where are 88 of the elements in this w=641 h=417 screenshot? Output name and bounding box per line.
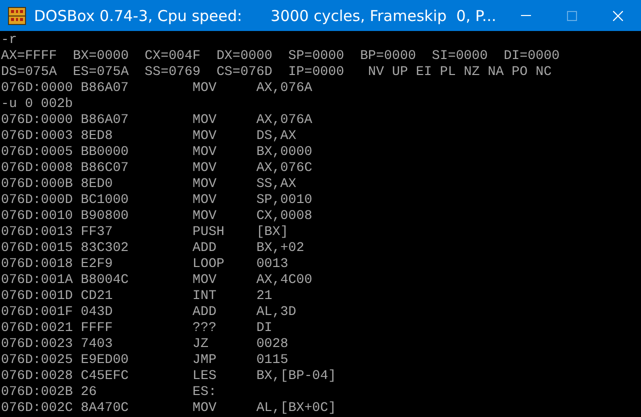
mnemonic-text: ???: [192, 320, 216, 335]
operand-text: AX,4C00: [256, 272, 312, 288]
opcode-bytes: B86A07: [80, 112, 129, 127]
operand-text: CX,0008: [256, 208, 312, 224]
operand-text: DI: [256, 320, 272, 336]
address-text: 076D:000D: [1, 192, 73, 207]
mnemonic-text: MOV: [192, 176, 216, 191]
opcode-bytes: B90800: [80, 208, 129, 223]
opcode-bytes: E9ED00: [80, 352, 129, 367]
operand-text: [BX]: [256, 224, 288, 240]
operand-text: SS,AX: [256, 176, 296, 192]
address-text: 076D:0018: [1, 256, 73, 271]
address-text: 076D:0000: [1, 80, 73, 95]
opcode-bytes: 7403: [80, 336, 113, 351]
operand-text: DS,AX: [256, 128, 296, 144]
close-icon: [613, 10, 623, 20]
operand-text: 0115: [256, 352, 288, 368]
opcode-bytes: 8ED8: [80, 128, 113, 143]
opcode-bytes: BB0000: [80, 144, 129, 159]
opcode-bytes: 043D: [80, 304, 113, 319]
operand-text: 0013: [256, 256, 288, 272]
mnemonic-text: LOOP: [192, 256, 224, 271]
maximize-icon: [567, 10, 577, 20]
address-text: 076D:0010: [1, 208, 73, 223]
console-line: -r: [1, 32, 17, 48]
mnemonic-text: ADD: [192, 304, 216, 319]
address-text: 076D:0023: [1, 336, 73, 351]
mnemonic-text: INT: [192, 288, 216, 303]
opcode-bytes: 26: [80, 384, 97, 399]
mnemonic-text: ES:: [192, 384, 216, 399]
address-text: 076D:0028: [1, 368, 73, 383]
mnemonic-text: LES: [192, 368, 216, 383]
address-text: 076D:0025: [1, 352, 73, 367]
minimize-icon: [521, 15, 531, 16]
window-title: DOSBox 0.74-3, Cpu speed: 3000 cycles, Frameskip 0, P...: [33, 6, 498, 24]
address-text: 076D:0015: [1, 240, 73, 255]
console-line: DS=075A ES=075A SS=0769 CS=076D IP=0000 NV UP EI PL NZ NA PO NC: [1, 64, 552, 80]
mnemonic-text: MOV: [192, 128, 216, 143]
opcode-bytes: 8A470C: [80, 400, 129, 415]
address-text: 076D:001F: [1, 304, 73, 319]
address-text: 076D:0008: [1, 160, 73, 175]
opcode-bytes: B86C07: [80, 160, 129, 175]
mnemonic-text: MOV: [192, 400, 216, 415]
mnemonic-text: MOV: [192, 80, 216, 95]
opcode-bytes: BC1000: [80, 192, 129, 207]
opcode-bytes: CD21: [80, 288, 113, 303]
operand-text: AL,3D: [256, 304, 296, 320]
console-line: AX=FFFF BX=0000 CX=004F DX=0000 SP=0000 BP=0000 SI=0000 DI=0000: [1, 48, 560, 64]
opcode-bytes: FFFF: [80, 320, 113, 335]
operand-text: SP,0010: [256, 192, 312, 208]
opcode-bytes: FF37: [80, 224, 113, 239]
operand-text: AL,[BX+0C]: [256, 400, 336, 416]
address-text: 076D:0000: [1, 112, 73, 127]
mnemonic-text: ADD: [192, 240, 216, 255]
mnemonic-text: JZ: [192, 336, 208, 351]
mnemonic-text: JMP: [192, 352, 216, 367]
address-text: 076D:0013: [1, 224, 73, 239]
operand-text: BX,0000: [256, 144, 312, 160]
address-text: 076D:000B: [1, 176, 73, 191]
operand-text: AX,076A: [256, 112, 312, 128]
operand-text: AX,076C: [256, 160, 312, 176]
operand-text: 0028: [256, 336, 288, 352]
mnemonic-text: MOV: [192, 208, 216, 223]
operand-text: BX,+02: [256, 240, 304, 256]
operand-text: AX,076A: [256, 80, 312, 96]
address-text: 076D:001D: [1, 288, 73, 303]
address-text: 076D:002C: [1, 400, 73, 415]
opcode-bytes: 83C302: [80, 240, 129, 255]
opcode-bytes: E2F9: [80, 256, 113, 271]
address-text: 076D:0003: [1, 128, 73, 143]
address-text: 076D:0021: [1, 320, 73, 335]
mnemonic-text: MOV: [192, 192, 216, 207]
console-line: -u 0 002b: [1, 96, 73, 112]
opcode-bytes: 8ED0: [80, 176, 113, 191]
opcode-bytes: C45EFC: [80, 368, 129, 383]
operand-text: 21: [256, 288, 272, 304]
opcode-bytes: B8004C: [80, 272, 129, 287]
dosbox-logo-icon: [8, 6, 26, 24]
mnemonic-text: MOV: [192, 112, 216, 127]
opcode-bytes: B86A07: [80, 80, 129, 95]
mnemonic-text: MOV: [192, 160, 216, 175]
address-text: 076D:001A: [1, 272, 73, 287]
address-text: 076D:002B: [1, 384, 73, 399]
mnemonic-text: PUSH: [192, 224, 224, 239]
operand-text: BX,[BP-04]: [256, 368, 336, 384]
address-text: 076D:0005: [1, 144, 73, 159]
mnemonic-text: MOV: [192, 144, 216, 159]
mnemonic-text: MOV: [192, 272, 216, 287]
